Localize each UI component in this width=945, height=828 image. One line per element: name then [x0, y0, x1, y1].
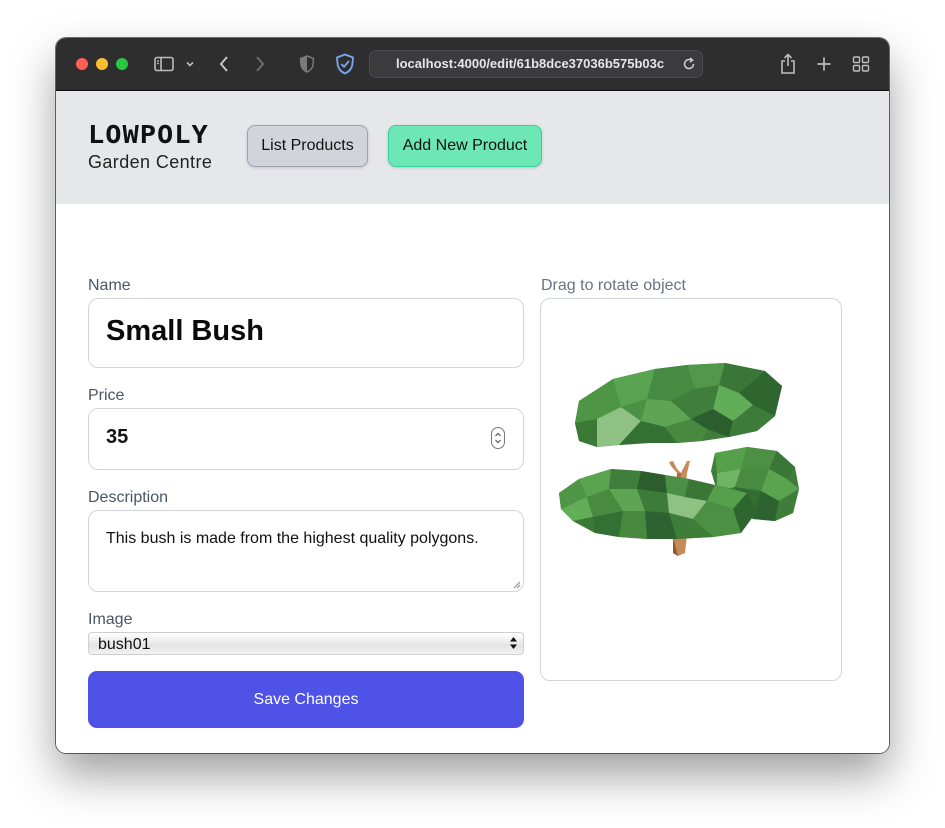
resize-handle-icon[interactable] [512, 580, 521, 589]
bush-3d-model [559, 363, 799, 556]
page-content: LOWPOLY Garden Centre List Products Add … [56, 91, 889, 753]
price-label: Price [88, 387, 125, 404]
shield-half-icon[interactable] [298, 52, 316, 76]
logo-title[interactable]: LOWPOLY [88, 121, 209, 150]
chevron-left-icon[interactable] [216, 52, 232, 76]
name-label: Name [88, 277, 131, 294]
plus-icon[interactable] [815, 52, 833, 76]
chevron-right-icon[interactable] [252, 52, 268, 76]
chevron-down-icon[interactable] [184, 52, 196, 76]
name-input[interactable]: Small Bush [88, 298, 524, 368]
logo-subtitle[interactable]: Garden Centre [88, 152, 212, 173]
image-select-value: bush01 [98, 636, 151, 653]
share-icon[interactable] [778, 52, 798, 76]
viewer-label: Drag to rotate object [541, 277, 686, 294]
description-label: Description [88, 489, 169, 506]
select-arrows-icon [510, 637, 517, 649]
shield-icon[interactable] [334, 52, 356, 76]
description-textarea[interactable]: This bush is made from the highest quali… [88, 510, 524, 592]
close-window-button[interactable] [76, 58, 88, 70]
price-stepper[interactable] [491, 427, 505, 449]
zoom-window-button[interactable] [116, 58, 128, 70]
minimize-window-button[interactable] [96, 58, 108, 70]
save-changes-button[interactable]: Save Changes [88, 671, 524, 728]
tab-overview-icon[interactable] [851, 52, 871, 76]
browser-toolbar: localhost:4000/edit/61b8dce37036b575b03c [56, 38, 889, 91]
url-text: localhost:4000/edit/61b8dce37036b575b03c [396, 56, 665, 71]
site-header: LOWPOLY Garden Centre List Products Add … [56, 91, 889, 204]
sidebar-icon[interactable] [153, 52, 175, 76]
browser-window: localhost:4000/edit/61b8dce37036b575b03c… [56, 38, 889, 753]
3d-model-viewer[interactable] [540, 298, 842, 681]
reload-icon[interactable] [681, 55, 697, 73]
address-bar[interactable]: localhost:4000/edit/61b8dce37036b575b03c [369, 50, 703, 78]
add-new-product-button[interactable]: Add New Product [388, 125, 542, 167]
image-select[interactable]: bush01 [88, 632, 524, 655]
name-value: Small Bush [106, 315, 264, 347]
price-value: 35 [106, 426, 129, 448]
image-label: Image [88, 611, 133, 628]
list-products-button[interactable]: List Products [247, 125, 368, 167]
price-input[interactable]: 35 [88, 408, 524, 470]
description-value: This bush is made from the highest quali… [106, 530, 479, 547]
